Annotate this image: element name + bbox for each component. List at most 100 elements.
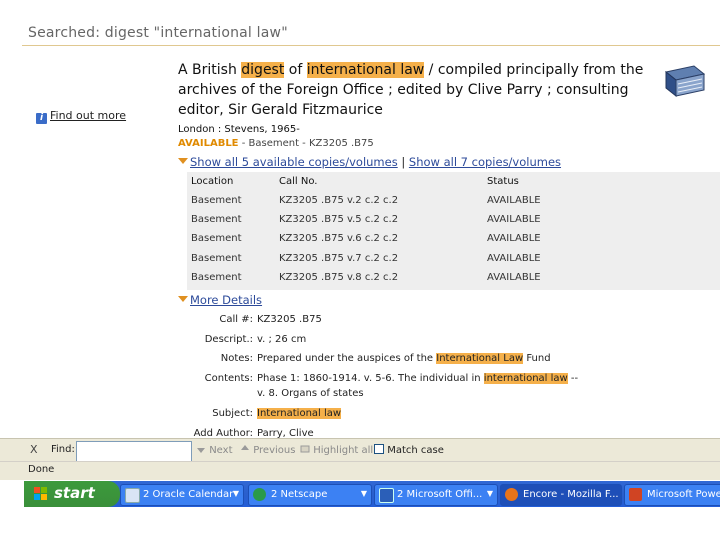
- find-input[interactable]: [76, 441, 192, 462]
- cell-status: AVAILABLE: [487, 253, 541, 264]
- show-available-copies-link[interactable]: Show all 5 available copies/volumes: [190, 155, 398, 169]
- notes-text: Prepared under the auspices of the: [257, 353, 437, 364]
- checkbox-icon: [374, 444, 384, 454]
- match-case-checkbox[interactable]: Match case: [374, 444, 444, 456]
- cell-call-no: KZ3205 .B75 v.2 c.2 c.2: [279, 195, 399, 206]
- title-highlight-digest: digest: [241, 62, 285, 78]
- contents-value-line2: v. 8. Organs of states: [257, 388, 364, 399]
- column-header-call-no: Call No.: [279, 176, 318, 187]
- cell-call-no: KZ3205 .B75 v.6 c.2 c.2: [279, 233, 399, 244]
- cell-status: AVAILABLE: [487, 195, 541, 206]
- highlight-all-button[interactable]: Highlight all: [300, 444, 373, 456]
- title-text: of: [284, 62, 307, 78]
- cell-location: Basement: [191, 272, 242, 283]
- find-next-button[interactable]: Next: [196, 444, 232, 456]
- cell-location: Basement: [191, 214, 242, 225]
- contents-value: Phase 1: 1860-1914. v. 5-6. The individu…: [257, 373, 578, 384]
- close-icon[interactable]: X: [30, 443, 38, 456]
- table-row: Basement KZ3205 .B75 v.6 c.2 c.2 AVAILAB…: [187, 230, 720, 249]
- find-out-more[interactable]: i Find out more: [36, 109, 126, 124]
- word-icon: [379, 488, 394, 503]
- chevron-down-icon: ▼: [232, 489, 239, 498]
- taskbar-item-microsoft-office[interactable]: 2 Microsoft Offi... ▼: [374, 484, 498, 506]
- netscape-icon: [253, 488, 266, 501]
- contents-label: Contents:: [204, 373, 253, 384]
- show-all-copies-link[interactable]: Show all 7 copies/volumes: [409, 155, 561, 169]
- cell-status: AVAILABLE: [487, 233, 541, 244]
- subject-label: Subject:: [212, 408, 253, 419]
- table-row: Basement KZ3205 .B75 v.8 c.2 c.2 AVAILAB…: [187, 269, 720, 288]
- link-separator: |: [397, 155, 409, 169]
- taskbar-item-netscape[interactable]: 2 Netscape ▼: [248, 484, 372, 506]
- cell-call-no: KZ3205 .B75 v.5 c.2 c.2: [279, 214, 399, 225]
- find-previous-button[interactable]: Previous: [240, 444, 295, 456]
- arrow-down-icon: [197, 448, 205, 453]
- contents-text: --: [567, 373, 579, 384]
- taskbar-item-oracle-calendar[interactable]: 2 Oracle Calendar ▼: [120, 484, 244, 506]
- availability-line: AVAILABLE - Basement - KZ3205 .B75: [178, 138, 374, 149]
- more-details-toggle[interactable]: More Details: [178, 293, 262, 307]
- taskbar-item-label: 2 Netscape: [271, 489, 328, 500]
- firefox-icon: [505, 488, 518, 501]
- status-bar: [0, 461, 720, 480]
- status-text: Done: [28, 464, 55, 475]
- taskbar-item-encore-mozilla[interactable]: Encore - Mozilla F...: [500, 484, 622, 506]
- taskbar-item-label: Encore - Mozilla F...: [523, 489, 619, 500]
- search-summary: Searched: digest "international law": [28, 25, 288, 41]
- find-out-more-link[interactable]: Find out more: [50, 109, 126, 122]
- taskbar-item-label: Microsoft PowerP...: [647, 489, 720, 500]
- availability-location: - Basement - KZ3205 .B75: [238, 138, 374, 149]
- cell-call-no: KZ3205 .B75 v.7 c.2 c.2: [279, 253, 399, 264]
- call-value: KZ3205 .B75: [257, 314, 322, 325]
- cell-status: AVAILABLE: [487, 214, 541, 225]
- copies-links: Show all 5 available copies/volumes | Sh…: [178, 155, 561, 169]
- contents-text: Phase 1: 1860-1914. v. 5-6. The individu…: [257, 373, 484, 384]
- match-case-label: Match case: [387, 445, 444, 456]
- info-icon: i: [36, 113, 47, 124]
- table-row: Basement KZ3205 .B75 v.2 c.2 c.2 AVAILAB…: [187, 192, 720, 211]
- find-previous-label: Previous: [253, 445, 296, 456]
- record-details: Call #: KZ3205 .B75 Descript.: v. ; 26 c…: [187, 310, 720, 440]
- expand-triangle-icon[interactable]: [178, 158, 188, 164]
- table-row: Basement KZ3205 .B75 v.5 c.2 c.2 AVAILAB…: [187, 211, 720, 230]
- taskbar-item-label: 2 Oracle Calendar: [143, 489, 234, 500]
- chevron-down-icon: ▼: [486, 489, 493, 498]
- notes-value: Prepared under the auspices of the Inter…: [257, 353, 551, 364]
- subject-link[interactable]: International law: [257, 408, 342, 419]
- windows-logo-icon: [34, 487, 47, 500]
- title-text: A British: [178, 62, 242, 78]
- cell-status: AVAILABLE: [487, 272, 541, 283]
- notes-text: Fund: [523, 353, 551, 364]
- notes-label: Notes:: [220, 353, 253, 364]
- table-row: Basement KZ3205 .B75 v.7 c.2 c.2 AVAILAB…: [187, 250, 720, 269]
- contents-highlight: international law: [483, 373, 568, 384]
- availability-status: AVAILABLE: [178, 138, 239, 149]
- expand-triangle-icon[interactable]: [178, 296, 188, 302]
- title-highlight-international-law: international law: [306, 62, 425, 78]
- highlight-all-label: Highlight all: [313, 445, 374, 456]
- copies-table: Location Call No. Status Basement KZ3205…: [187, 172, 720, 290]
- record-title: A British digest of international law / …: [178, 60, 648, 120]
- taskbar-item-label: 2 Microsoft Offi...: [397, 489, 483, 500]
- find-next-label: Next: [209, 445, 233, 456]
- cell-location: Basement: [191, 233, 242, 244]
- calendar-icon: [125, 488, 140, 503]
- column-header-status: Status: [487, 176, 519, 187]
- cell-location: Basement: [191, 195, 242, 206]
- call-label: Call #:: [219, 314, 253, 325]
- header-divider: [22, 45, 720, 46]
- start-button[interactable]: start: [24, 481, 120, 507]
- descript-label: Descript.:: [204, 334, 253, 345]
- arrow-up-icon: [241, 445, 249, 450]
- book-icon: [664, 65, 706, 98]
- taskbar-item-powerpoint[interactable]: Microsoft PowerP...: [624, 484, 720, 506]
- find-label: Find:: [51, 444, 75, 455]
- notes-highlight: International Law: [436, 353, 524, 364]
- cell-location: Basement: [191, 253, 242, 264]
- publication-info: London : Stevens, 1965-: [178, 124, 300, 135]
- cell-call-no: KZ3205 .B75 v.8 c.2 c.2: [279, 272, 399, 283]
- start-label: start: [54, 484, 95, 502]
- descript-value: v. ; 26 cm: [257, 334, 307, 345]
- more-details-link[interactable]: More Details: [190, 293, 262, 307]
- column-header-location: Location: [191, 176, 234, 187]
